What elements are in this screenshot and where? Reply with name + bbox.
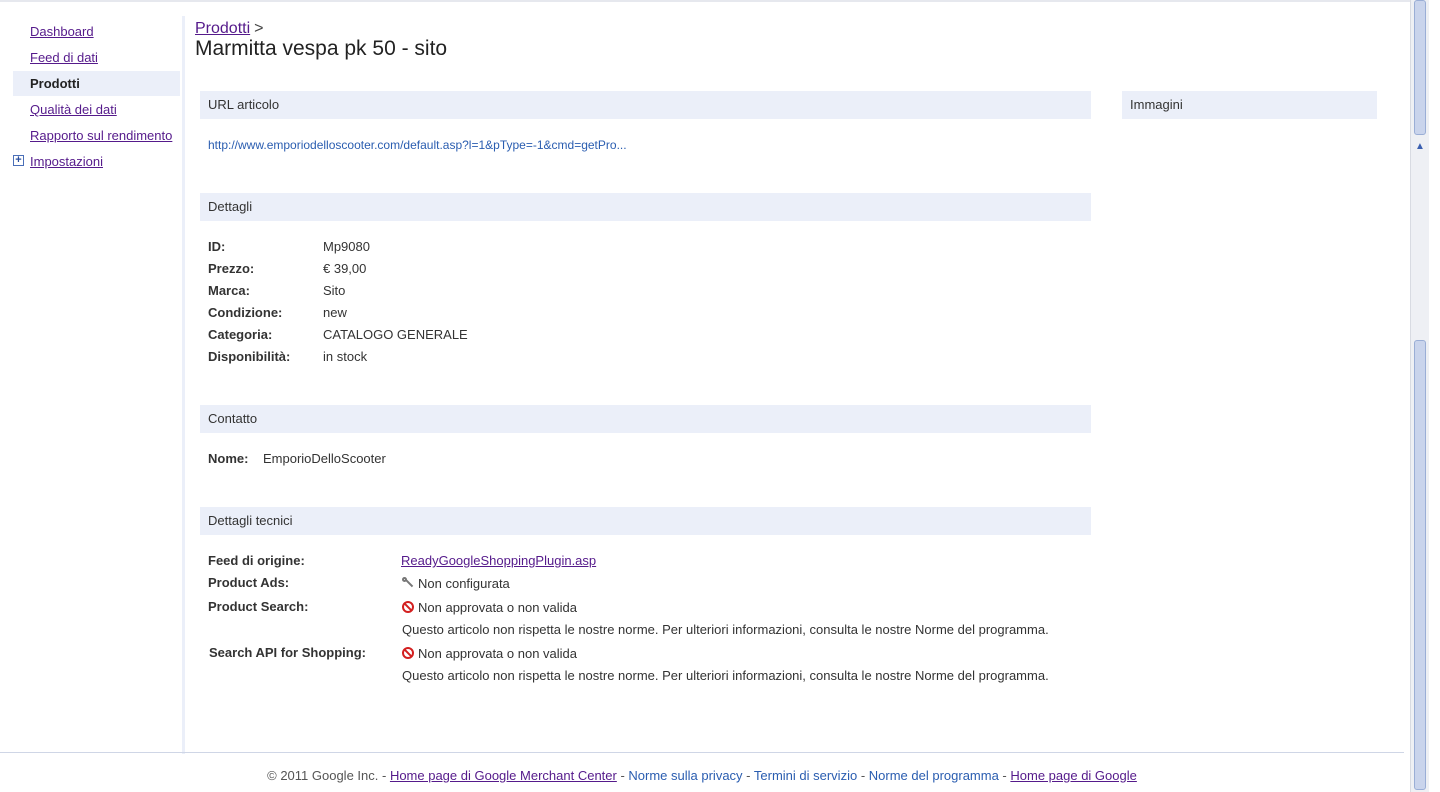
tech-value-search: Non approvata o non valida xyxy=(402,599,577,617)
page-title: Marmitta vespa pk 50 - sito xyxy=(195,37,448,60)
expand-plus-icon[interactable]: + xyxy=(13,155,24,166)
footer-copyright: © 2011 Google Inc. - xyxy=(267,768,387,783)
footer-divider xyxy=(0,752,1404,753)
sidebar-item-label: Prodotti xyxy=(30,76,80,91)
section-header-contatto: Contatto xyxy=(200,405,1091,433)
tech-label: Product Ads: xyxy=(208,575,290,590)
source-feed-link[interactable]: ReadyGoogleShoppingPlugin.asp xyxy=(401,553,596,568)
top-border xyxy=(0,0,1410,2)
section-header-dettagli-tecnici: Dettagli tecnici xyxy=(200,507,1091,535)
footer-link-google-home[interactable]: Home page di Google xyxy=(1010,768,1136,783)
sidebar-nav: Dashboard Feed di dati Prodotti Qualità … xyxy=(0,16,185,754)
scrollbar-thumb[interactable] xyxy=(1414,340,1426,790)
detail-label: Disponibilità: xyxy=(208,349,291,364)
detail-row-marca: Marca: xyxy=(208,282,250,300)
tech-value-api: Non approvata o non valida xyxy=(402,645,577,663)
scroll-up-arrow-icon[interactable]: ▲ xyxy=(1413,140,1427,154)
sidebar-item-label[interactable]: Dashboard xyxy=(30,19,94,44)
footer: © 2011 Google Inc. - Home page di Google… xyxy=(0,768,1404,783)
detail-label: Categoria: xyxy=(208,327,273,342)
tech-label: Feed di origine: xyxy=(208,553,305,568)
footer-link-merchant-center[interactable]: Home page di Google Merchant Center xyxy=(390,768,617,783)
tech-value-feed: ReadyGoogleShoppingPlugin.asp xyxy=(401,552,596,570)
detail-value: Mp9080 xyxy=(323,239,370,254)
sidebar-item-dashboard[interactable]: Dashboard xyxy=(13,19,180,44)
detail-value: new xyxy=(323,305,347,320)
detail-label: Prezzo: xyxy=(208,261,255,276)
sidebar-item-prodotti[interactable]: Prodotti xyxy=(13,71,180,96)
detail-value: Sito xyxy=(323,283,346,298)
footer-sep: - xyxy=(857,768,869,783)
tech-row-search: Product Search: xyxy=(208,598,308,616)
detail-row-id: ID: xyxy=(208,238,225,256)
detail-value: in stock xyxy=(323,349,368,364)
footer-sep: - xyxy=(998,768,1011,783)
section-header-immagini: Immagini xyxy=(1122,91,1377,119)
breadcrumb: Prodotti > xyxy=(195,20,263,38)
sidebar-item-feed-di-dati[interactable]: Feed di dati xyxy=(13,45,180,70)
vertical-scrollbar[interactable]: ▲ xyxy=(1410,0,1429,792)
sidebar-item-qualita-dei-dati[interactable]: Qualità dei dati xyxy=(13,97,180,122)
footer-link-terms[interactable]: Termini di servizio xyxy=(754,768,857,783)
footer-sep: - xyxy=(742,768,754,783)
scrollbar-thumb-upper[interactable] xyxy=(1414,0,1426,135)
sidebar-item-impostazioni[interactable]: + Impostazioni xyxy=(13,149,180,174)
footer-link-privacy[interactable]: Norme sulla privacy xyxy=(628,768,742,783)
sidebar-item-label[interactable]: Impostazioni xyxy=(30,149,103,174)
tech-label: Search API for Shopping: xyxy=(209,645,366,660)
api-status: Non approvata o non valida xyxy=(418,646,578,661)
detail-row-condizione: Condizione: xyxy=(208,304,282,322)
search-status: Non approvata o non valida xyxy=(418,600,578,615)
wrench-icon xyxy=(402,577,414,589)
footer-sep: - xyxy=(616,768,629,783)
blocked-icon xyxy=(402,601,414,613)
breadcrumb-separator: > xyxy=(254,20,264,37)
detail-row-disponibilita: Disponibilità: xyxy=(208,348,290,366)
sidebar-item-label[interactable]: Qualità dei dati xyxy=(30,97,117,122)
footer-link-program-policies[interactable]: Norme del programma xyxy=(869,768,999,783)
section-header-dettagli: Dettagli xyxy=(200,193,1091,221)
tech-row-ads: Product Ads: xyxy=(208,574,289,592)
detail-row-prezzo: Prezzo: xyxy=(208,260,254,278)
detail-value: CATALOGO GENERALE xyxy=(323,327,468,342)
ads-status: Non configurata xyxy=(418,576,510,591)
tech-value-ads: Non configurata xyxy=(402,575,510,593)
contact-row-nome: Nome: xyxy=(208,450,248,468)
section-header-url: URL articolo xyxy=(200,91,1091,119)
contact-value: EmporioDelloScooter xyxy=(263,451,386,466)
sidebar-item-label[interactable]: Feed di dati xyxy=(30,45,98,70)
detail-label: ID: xyxy=(208,239,226,254)
api-policy-note: Questo articolo non rispetta le nostre n… xyxy=(402,668,1049,683)
detail-label: Marca: xyxy=(208,283,250,298)
tech-row-feed: Feed di origine: xyxy=(208,552,305,570)
breadcrumb-link-prodotti[interactable]: Prodotti xyxy=(195,20,250,37)
sidebar-item-rapporto-rendimento[interactable]: Rapporto sul rendimento xyxy=(13,123,180,148)
detail-value: € 39,00 xyxy=(323,261,367,276)
blocked-icon xyxy=(402,647,414,659)
contact-label: Nome: xyxy=(208,451,249,466)
detail-row-categoria: Categoria: xyxy=(208,326,272,344)
tech-row-api: Search API for Shopping: xyxy=(209,644,366,662)
tech-label: Product Search: xyxy=(208,599,309,614)
product-url-link[interactable]: http://www.emporiodelloscooter.com/defau… xyxy=(208,138,627,152)
search-policy-note: Questo articolo non rispetta le nostre n… xyxy=(402,622,1049,637)
detail-label: Condizione: xyxy=(208,305,283,320)
sidebar-item-label[interactable]: Rapporto sul rendimento xyxy=(30,123,172,148)
